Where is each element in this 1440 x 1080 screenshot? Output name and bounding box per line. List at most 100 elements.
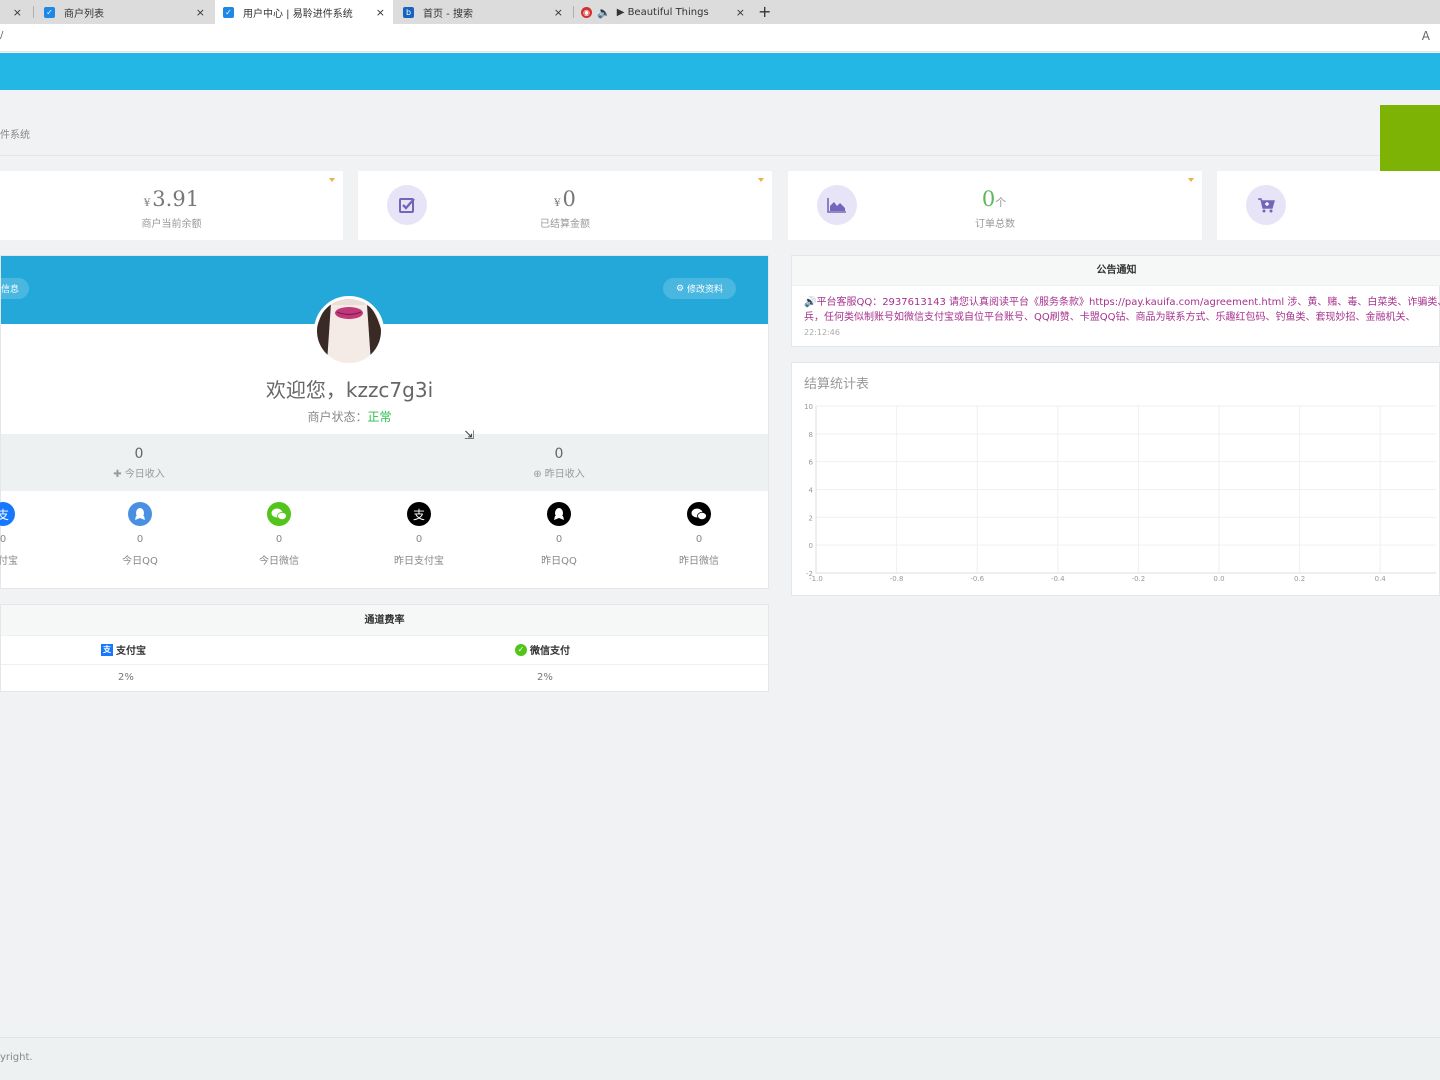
edit-profile-button[interactable]: ⚙ 修改资料 <box>663 278 736 299</box>
close-icon[interactable]: × <box>736 6 745 19</box>
settlement-chart: 结算统计表 -1.0 -0.8 -0.6 -0.4 -0.2 0.0 0.2 0.4 10 8 6 4… <box>791 362 1440 596</box>
channel-rates-panel: 通道费率 支 支付宝 ✓ 微信支付 2% 2% <box>0 604 769 692</box>
info-button[interactable]: 信息 <box>0 278 29 299</box>
x-tick-label: -0.8 <box>890 575 904 583</box>
y-tick-label: 6 <box>809 459 814 467</box>
caret-down-icon[interactable] <box>1188 178 1194 182</box>
speaker-icon: 🔊 <box>804 297 817 308</box>
x-tick-label: 0.4 <box>1375 575 1387 583</box>
column-header-alipay: 支 支付宝 <box>101 643 146 657</box>
x-tick-label: -0.2 <box>1132 575 1146 583</box>
close-icon[interactable]: × <box>554 6 563 19</box>
pay-stat-alipay-yesterday: 支 0 昨日支付宝 <box>369 502 469 567</box>
breadcrumb: 件系统 <box>0 130 30 141</box>
notice-panel: 公告通知 🔊平台客服QQ：2937613143 请您认真阅读平台《服务条款》ht… <box>791 255 1440 347</box>
wechat-icon <box>687 502 711 526</box>
tab-merchant-list[interactable]: ✓ 商户列表 × <box>37 0 213 24</box>
tab-music[interactable]: ◉ 🔈 ▶ Beautiful Things × <box>577 0 753 24</box>
stat-value: 0个 <box>981 187 1007 211</box>
chart-canvas: -1.0 -0.8 -0.6 -0.4 -0.2 0.0 0.2 0.41086420-2 <box>804 403 1436 583</box>
divider <box>0 155 1440 156</box>
close-icon[interactable]: × <box>196 6 205 19</box>
tab-label: 首页 - 搜索 <box>423 8 473 20</box>
alipay-icon: 支 <box>101 643 113 656</box>
new-tab-button[interactable]: + <box>758 2 771 21</box>
income-summary: 0 ✚ 今日收入 0 ⊕ 昨日收入 <box>1 434 768 491</box>
tab-search[interactable]: b 首页 - 搜索 × <box>395 0 571 24</box>
tab-label: 商户列表 <box>64 8 104 20</box>
mute-speaker-icon[interactable]: 🔈 <box>597 6 611 19</box>
tab-previous[interactable]: × <box>0 0 30 24</box>
stat-label: 已结算金额 <box>540 219 590 230</box>
cart-icon <box>1246 185 1286 225</box>
close-icon[interactable]: × <box>376 6 385 19</box>
mouse-cursor-icon: ⇲ <box>464 428 475 442</box>
tab-separator <box>33 6 34 18</box>
wechat-icon <box>267 502 291 526</box>
stat-card-cart <box>1217 171 1440 240</box>
address-bar[interactable]: / A <box>0 24 1440 52</box>
y-tick-label: 10 <box>804 403 813 411</box>
today-income: 0 ✚ 今日收入 <box>113 446 165 480</box>
close-icon[interactable]: × <box>13 6 22 19</box>
y-tick-label: 0 <box>809 542 813 550</box>
pay-stat-qq-today: 0 今日QQ <box>90 502 190 567</box>
merchant-status: 商户状态：正常 <box>307 410 392 424</box>
x-tick-label: -0.6 <box>970 575 984 583</box>
avatar <box>314 296 384 366</box>
stat-card-balance: ¥3.91 商户当前余额 <box>0 171 343 240</box>
rate-alipay: 2% <box>118 672 134 683</box>
yesterday-income: 0 ⊕ 昨日收入 <box>533 446 585 480</box>
tab-label: ▶ Beautiful Things <box>616 6 709 18</box>
copyright-text: yright. <box>0 1052 33 1063</box>
panel-title: 公告通知 <box>792 256 1440 286</box>
x-tick-label: 0.2 <box>1294 575 1305 583</box>
gear-icon: ⚙ <box>675 283 685 294</box>
pay-stat-alipay-today: 支 0 支付宝 <box>0 502 53 567</box>
pay-stat-wechat-yesterday: 0 昨日微信 <box>649 502 749 567</box>
stat-label: 订单总数 <box>975 219 1015 230</box>
circle-icon: ⊕ <box>533 469 545 480</box>
welcome-text: 欢迎您，kzzc7g3i <box>265 378 434 402</box>
y-tick-label: 8 <box>809 431 813 439</box>
top-navbar <box>0 53 1440 90</box>
stat-value: ¥3.91 <box>143 187 200 211</box>
netease-music-icon: ◉ <box>581 6 592 18</box>
qq-icon <box>547 502 571 526</box>
plus-icon: ✚ <box>113 469 125 480</box>
profile-banner: 信息 ⚙ 修改资料 <box>0 256 768 324</box>
browser-tab-bar: × ✓ 商户列表 × ✓ 用户中心 | 易聆进件系统 × b 首页 - 搜索 ×… <box>0 0 1440 25</box>
stat-value: ¥0 <box>554 187 576 211</box>
stat-label: 商户当前余额 <box>141 219 202 230</box>
bing-favicon-icon: b <box>403 6 414 18</box>
profile-panel: 信息 ⚙ 修改资料 欢迎您，kzzc7g3i 商户状态：正常 0 ✚ 今日收入 0… <box>0 255 769 589</box>
notice-text: 🔊平台客服QQ：2937613143 请您认真阅读平台《服务条款》https:/… <box>804 297 1440 323</box>
y-tick-label: 4 <box>809 487 814 495</box>
read-aloud-icon[interactable]: A <box>1422 29 1430 43</box>
site-favicon-icon: ✓ <box>223 7 234 18</box>
url-text: / <box>0 30 4 41</box>
rate-wechat: 2% <box>537 672 553 683</box>
stat-card-settled: ¥0 已结算金额 <box>358 171 772 240</box>
x-tick-label: 0.0 <box>1213 575 1224 583</box>
divider <box>1 664 768 665</box>
qq-icon <box>128 502 152 526</box>
tab-separator <box>573 6 574 18</box>
caret-down-icon[interactable] <box>758 178 764 182</box>
y-tick-label: 2 <box>809 514 813 522</box>
x-tick-label: -0.4 <box>1051 575 1065 583</box>
panel-title: 通道费率 <box>1 605 768 636</box>
tab-label: 用户中心 | 易聆进件系统 <box>243 9 353 20</box>
notice-time: 22:12:46 <box>804 328 840 337</box>
wechat-pay-icon: ✓ <box>515 643 527 656</box>
pay-stat-qq-yesterday: 0 昨日QQ <box>509 502 609 567</box>
pay-stat-wechat-today: 0 今日微信 <box>229 502 329 567</box>
caret-down-icon[interactable] <box>329 178 335 182</box>
y-tick-label: -2 <box>806 570 813 578</box>
alipay-icon: 支 <box>0 502 15 526</box>
stat-card-orders: 0个 订单总数 <box>788 171 1202 240</box>
footer: yright. <box>0 1037 1440 1080</box>
tab-user-center[interactable]: ✓ 用户中心 | 易聆进件系统 × <box>215 0 393 25</box>
site-favicon-icon: ✓ <box>44 6 55 18</box>
column-header-wechat: ✓ 微信支付 <box>515 642 570 657</box>
